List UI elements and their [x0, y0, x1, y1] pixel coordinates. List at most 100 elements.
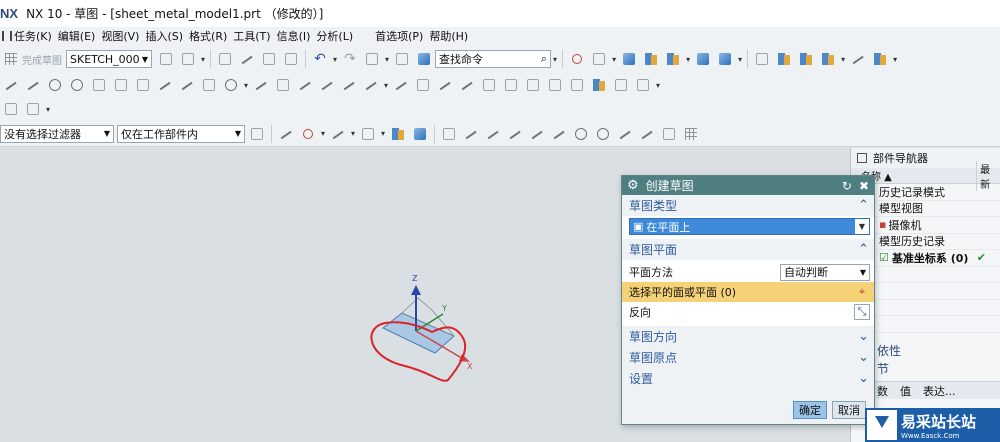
arc-icon[interactable]: [47, 77, 63, 93]
dropdown-arrow-icon[interactable]: ▾: [385, 55, 389, 64]
snap-center-icon[interactable]: [573, 126, 589, 142]
snap-existing-icon[interactable]: [617, 126, 633, 142]
quick-trim-icon[interactable]: [393, 77, 409, 93]
menu-info[interactable]: 信息(I): [277, 28, 311, 44]
section-settings[interactable]: 设置 ⌄: [622, 368, 874, 389]
sketch-name-select[interactable]: SKETCH_000 ▼: [66, 50, 152, 68]
finish-sketch-label[interactable]: 完成草图: [22, 52, 62, 67]
search-icon[interactable]: ⌕: [541, 52, 547, 66]
view-cube-icon[interactable]: [412, 126, 428, 142]
cancel-button[interactable]: 取消: [832, 401, 866, 419]
dropdown-arrow-icon[interactable]: ▾: [738, 55, 742, 64]
analysis-icon[interactable]: [798, 51, 814, 67]
alternate-solution-icon[interactable]: [635, 77, 651, 93]
circle-icon[interactable]: [69, 77, 85, 93]
studio-spline-icon[interactable]: [179, 77, 195, 93]
menu-view[interactable]: 视图(V): [101, 28, 139, 44]
convert-reference-icon[interactable]: [613, 77, 629, 93]
dropdown-arrow-icon[interactable]: ▾: [656, 81, 660, 90]
rectangle-select-icon[interactable]: [360, 126, 376, 142]
menu-edit[interactable]: 编辑(E): [58, 28, 96, 44]
intersection-point-icon[interactable]: [319, 77, 335, 93]
section-sketch-plane[interactable]: 草图平面 ⌃: [622, 239, 874, 260]
auto-constrain-icon[interactable]: [525, 77, 541, 93]
chevron-down-icon[interactable]: ⌄: [858, 371, 869, 386]
fillet-icon[interactable]: [91, 77, 107, 93]
selection-filter-select[interactable]: 没有选择过滤器 ▼: [0, 124, 114, 143]
dropdown-arrow-icon[interactable]: ▾: [612, 55, 616, 64]
grid-icon[interactable]: [683, 126, 699, 142]
dropdown-arrow-icon[interactable]: ▾: [841, 55, 845, 64]
snap-face-icon[interactable]: [661, 126, 677, 142]
snap-midpoint-icon[interactable]: [507, 126, 523, 142]
body-icon[interactable]: [25, 101, 41, 117]
select-curve-icon[interactable]: [330, 126, 346, 142]
dropdown-arrow-icon[interactable]: ▾: [384, 81, 388, 90]
dropdown-arrow-icon[interactable]: ▾: [201, 55, 205, 64]
gear-icon[interactable]: ⚙: [627, 178, 639, 193]
measure-icon[interactable]: [776, 51, 792, 67]
dropdown-arrow-icon[interactable]: ▾: [351, 129, 355, 138]
show-constraints-icon[interactable]: [547, 77, 563, 93]
snap-curve-icon[interactable]: [485, 126, 501, 142]
pattern-curve-icon[interactable]: [275, 77, 291, 93]
section-sketch-origin[interactable]: 草图原点 ⌄: [622, 347, 874, 368]
dropdown-arrow-icon[interactable]: ▾: [553, 55, 557, 64]
view-orient-icon[interactable]: [390, 126, 406, 142]
paste-icon[interactable]: [283, 51, 299, 67]
snap-quadrant-icon[interactable]: [595, 126, 611, 142]
repeat-command-icon[interactable]: [364, 51, 380, 67]
section-sketch-type[interactable]: 草图类型 ⌃: [622, 195, 874, 216]
sketch-options-icon[interactable]: [158, 51, 174, 67]
dropdown-arrow-icon[interactable]: ▾: [321, 129, 325, 138]
layer-icon[interactable]: [643, 51, 659, 67]
rectangle-icon[interactable]: [135, 77, 151, 93]
line-icon[interactable]: [25, 77, 41, 93]
chevron-down-icon[interactable]: ⌄: [858, 350, 869, 365]
expression-column-header[interactable]: 表达...: [923, 383, 956, 399]
reverse-direction-icon[interactable]: ⤡: [854, 304, 870, 320]
dropdown-arrow-icon[interactable]: ▾: [46, 105, 50, 114]
param-column-header[interactable]: 数: [877, 383, 888, 399]
ellipse-icon[interactable]: [223, 77, 239, 93]
cut-icon[interactable]: [239, 51, 255, 67]
make-corner-icon[interactable]: [437, 77, 453, 93]
command-search-input[interactable]: 查找命令 ⌕: [435, 50, 552, 68]
sketch-type-select[interactable]: ▣ 在平面上 ▼: [629, 218, 870, 235]
plane-method-select[interactable]: 自动判断 ▼: [780, 263, 870, 281]
snap-on-curve-icon[interactable]: [639, 126, 655, 142]
mirror-curve-icon[interactable]: [297, 77, 313, 93]
profile-icon[interactable]: [3, 77, 19, 93]
ruler-icon[interactable]: [872, 51, 888, 67]
derived-lines-icon[interactable]: [341, 77, 357, 93]
menu-insert[interactable]: 插入(S): [145, 28, 183, 44]
sketch-view-icon[interactable]: [180, 51, 196, 67]
copy-icon[interactable]: [261, 51, 277, 67]
snap-control-icon[interactable]: [529, 126, 545, 142]
section-sketch-direction[interactable]: 草图方向 ⌄: [622, 326, 874, 347]
redo-icon[interactable]: ↷: [342, 51, 358, 67]
reset-icon[interactable]: ↻: [842, 179, 852, 193]
sketch-curve-icon[interactable]: [850, 51, 866, 67]
menu-help[interactable]: 帮助(H): [429, 28, 468, 44]
project-curve-icon[interactable]: [363, 77, 379, 93]
render-style-icon[interactable]: [591, 51, 607, 67]
plane-dialog-icon[interactable]: ⌖: [854, 284, 870, 300]
dropdown-arrow-icon[interactable]: ▾: [893, 55, 897, 64]
menu-task[interactable]: 任务(K): [2, 28, 52, 44]
menu-analysis[interactable]: 分析(L): [316, 28, 353, 44]
select-cursor-icon[interactable]: [278, 126, 294, 142]
close-icon[interactable]: ✖: [859, 179, 869, 193]
show-hide-icon[interactable]: [665, 51, 681, 67]
polygon-icon[interactable]: [157, 77, 173, 93]
constraint-icon[interactable]: [481, 77, 497, 93]
save-icon[interactable]: [217, 51, 233, 67]
general-select-icon[interactable]: [249, 126, 265, 142]
snap-line-icon[interactable]: [463, 126, 479, 142]
snap-end-icon[interactable]: [441, 126, 457, 142]
ok-button[interactable]: 确定: [793, 401, 827, 419]
snap-intersection-icon[interactable]: [551, 126, 567, 142]
dimension-icon[interactable]: [503, 77, 519, 93]
chevron-up-icon[interactable]: ⌃: [858, 198, 869, 213]
chevron-up-icon[interactable]: ⌃: [858, 242, 869, 257]
